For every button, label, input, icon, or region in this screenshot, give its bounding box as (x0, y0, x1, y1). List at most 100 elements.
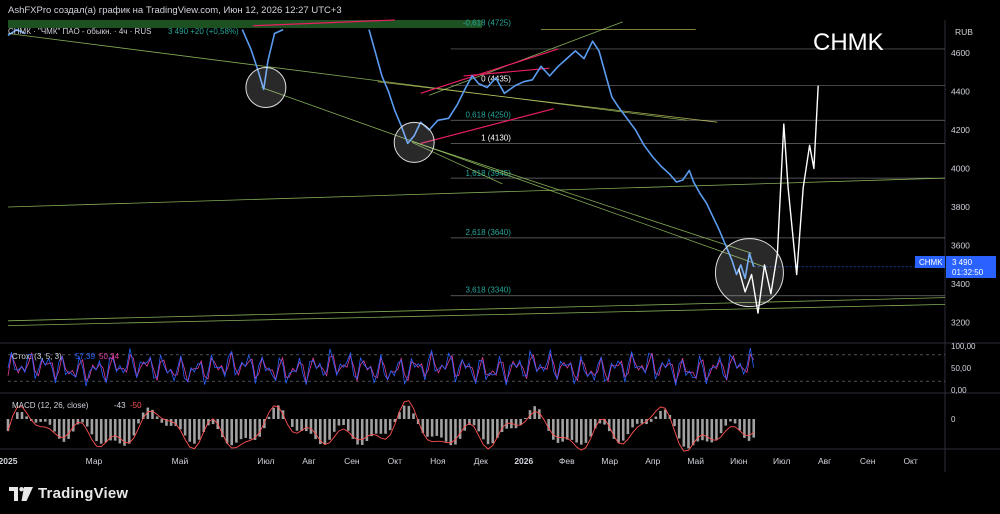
macd-histogram-bar (20, 412, 24, 419)
tradingview-logo-text: TradingView (38, 485, 129, 502)
x-tick-label: Мар (86, 456, 103, 466)
stoch-title: Стох. (3, 5, 3) (12, 352, 62, 361)
macd-histogram-bar (179, 419, 182, 430)
macd-histogram-bar (659, 410, 662, 419)
macd-histogram-bar (332, 419, 336, 432)
macd-histogram-bar (561, 419, 564, 442)
highlight-circle (245, 66, 287, 108)
macd-histogram-bar (225, 419, 229, 444)
macd-histogram-bar (370, 419, 373, 437)
fib-level-label: 3,618 (3340) (466, 286, 512, 295)
macd-histogram-bar (43, 419, 47, 422)
macd-histogram-bar (524, 418, 527, 419)
stoch-axis-label: 100,00 (951, 342, 976, 351)
macd-histogram-bar (374, 419, 378, 434)
footer (0, 472, 1000, 514)
tradingview-logo-icon (9, 486, 33, 501)
macd-histogram-bar (719, 419, 723, 434)
macd-histogram-bar (360, 419, 364, 445)
macd-histogram-bar (356, 419, 359, 445)
tradingview-logo[interactable]: TradingView (9, 485, 128, 502)
x-tick-label: Мар (601, 456, 618, 466)
x-tick-label: Фев (559, 456, 575, 466)
macd-histogram-bar (458, 419, 462, 439)
macd-histogram-bar (691, 419, 695, 446)
macd-histogram-bar (570, 419, 574, 440)
y-tick-label: 4200 (951, 125, 970, 135)
macd-histogram-bar (132, 419, 136, 436)
macd-histogram-bar (314, 419, 317, 440)
macd-histogram-bar (81, 419, 84, 423)
macd-histogram-bar (25, 416, 28, 419)
macd-histogram-bar (346, 419, 350, 431)
macd-histogram-bar (169, 419, 173, 426)
macd-histogram-bar (328, 419, 331, 440)
macd-histogram-bar (654, 416, 658, 419)
ticker-watermark: CHMK (813, 29, 884, 56)
macd-histogram-bar (589, 419, 592, 437)
symbol-last-values: 3 490 +20 (+0,58%) (168, 27, 239, 36)
macd-histogram-bar (160, 419, 164, 423)
x-tick-label: Авг (818, 456, 831, 466)
macd-histogram-bar (449, 419, 453, 446)
macd-histogram-bar (272, 407, 275, 419)
macd-histogram-bar (239, 419, 243, 440)
macd-histogram-bar (235, 419, 238, 443)
x-tick-label: Июл (773, 456, 790, 466)
macd-histogram-bar (733, 419, 737, 424)
macd-histogram-bar (267, 416, 271, 419)
currency-label: RUB (955, 27, 973, 37)
symbol-bar[interactable]: СНМК · "ЧМК" ПАО - обыкн. · 4ч · RUS (8, 27, 151, 36)
stoch-axis-label: 50,00 (951, 364, 972, 373)
macd-histogram-bar (34, 419, 38, 423)
macd-histogram-bar (552, 419, 555, 440)
macd-histogram-bar (304, 419, 308, 432)
macd-histogram-bar (99, 419, 103, 444)
macd-histogram-bar (104, 419, 108, 443)
macd-histogram-bar (118, 419, 122, 444)
macd-histogram-bar (575, 419, 578, 443)
macd-histogram-bar (337, 419, 341, 426)
y-tick-label: 4600 (951, 48, 970, 58)
y-tick-label: 3800 (951, 202, 970, 212)
y-tick-label: 3200 (951, 318, 970, 328)
macd-histogram-bar (631, 419, 634, 428)
macd-histogram-bar (435, 419, 439, 436)
fib-level-label: 0,618 (4250) (466, 110, 512, 119)
x-tick-label: Окт (388, 456, 402, 466)
fib-level-label: -0,618 (4725) (463, 19, 511, 28)
macd-histogram-bar (48, 419, 52, 425)
macd-histogram-bar (183, 419, 187, 436)
macd-histogram-bar (62, 419, 66, 442)
macd-histogram-bar (90, 419, 94, 435)
macd-histogram-bar (384, 419, 387, 434)
x-tick-label: Окт (903, 456, 917, 466)
x-tick-label: Ноя (430, 456, 446, 466)
macd-histogram-bar (295, 419, 299, 431)
macd-histogram-bar (16, 412, 19, 419)
x-tick-label: Май (687, 456, 704, 466)
macd-histogram-bar (379, 419, 383, 434)
macd-histogram-bar (197, 419, 201, 440)
macd-histogram-bar (477, 419, 481, 432)
price-chart[interactable]: -0,618 (4725)0 (4435)0,618 (4250)1 (4130… (0, 0, 1000, 472)
macd-histogram-bar (677, 419, 681, 439)
macd-histogram-bar (556, 419, 560, 443)
macd-histogram-bar (230, 419, 234, 446)
macd-histogram-bar (565, 419, 569, 440)
x-tick-label: Сен (860, 456, 876, 466)
macd-histogram-bar (486, 419, 490, 445)
macd-histogram-bar (309, 419, 313, 434)
highlight-circle (393, 121, 435, 163)
fib-level-label: 1 (4130) (481, 133, 511, 142)
macd-histogram-bar (71, 419, 75, 432)
macd-histogram-bar (440, 419, 443, 438)
macd-histogram-bar (579, 419, 583, 445)
stoch-axis-label: 0,00 (951, 386, 967, 395)
x-tick-label: 2025 (0, 456, 18, 466)
x-tick-label: Июл (257, 456, 274, 466)
x-tick-label: Дек (474, 456, 488, 466)
macd-histogram-bar (747, 419, 751, 441)
macd-histogram-bar (388, 419, 392, 431)
macd-histogram-bar (291, 419, 294, 427)
